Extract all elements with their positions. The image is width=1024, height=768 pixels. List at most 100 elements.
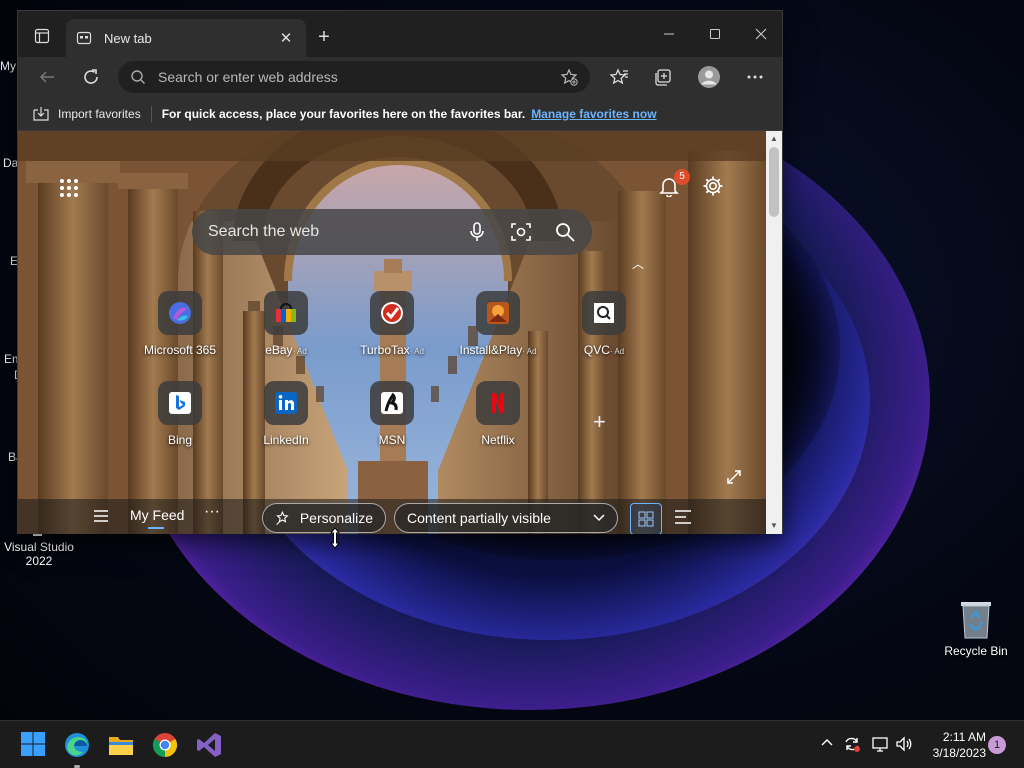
notification-count-badge: 5 <box>674 169 690 185</box>
quick-link-install-play[interactable]: Install&Play· Ad <box>448 291 548 357</box>
import-icon <box>33 106 49 121</box>
manage-favorites-link[interactable]: Manage favorites now <box>531 107 656 121</box>
page-settings-button[interactable] <box>702 175 726 199</box>
install-play-game-icon <box>476 291 520 335</box>
folder-icon <box>109 737 133 755</box>
tab-actions-icon <box>34 28 50 44</box>
quick-link-msn[interactable]: MSN <box>342 381 442 447</box>
taskbar-file-explorer[interactable] <box>107 731 135 759</box>
chrome-icon <box>152 733 178 757</box>
volume-icon[interactable] <box>895 735 913 753</box>
tab-strip: New tab ✕ + <box>18 11 782 57</box>
taskbar-visual-studio[interactable] <box>195 731 223 759</box>
taskbar-edge[interactable] <box>63 731 91 759</box>
address-input[interactable]: Search or enter web address <box>158 69 560 85</box>
profile-button[interactable] <box>694 62 724 92</box>
tab-close-icon[interactable]: ✕ <box>276 28 296 48</box>
show-hidden-icons-chevron-up-icon[interactable] <box>819 735 837 753</box>
chevron-down-icon <box>593 514 605 522</box>
feed-more-options[interactable]: ··· <box>204 503 220 521</box>
quick-link-microsoft-365[interactable]: Microsoft 365 <box>130 291 230 357</box>
ad-marker: · Ad <box>292 347 307 356</box>
tab-actions-button[interactable] <box>28 23 56 49</box>
desktop-icon-recycle-bin[interactable]: Recycle Bin <box>940 596 1012 658</box>
qvc-icon <box>582 291 626 335</box>
import-favorites-button[interactable]: Import favorites <box>32 106 141 122</box>
taskbar-chrome[interactable] <box>151 731 179 759</box>
ad-marker: · Ad <box>522 347 537 356</box>
quick-link-label: Netflix <box>481 433 515 447</box>
collapse-quick-links-chevron-icon[interactable]: ︿ <box>632 255 644 272</box>
web-search-box[interactable]: Search the web <box>192 209 592 255</box>
scrollbar-thumb[interactable] <box>769 147 779 217</box>
quick-link-netflix[interactable]: Netflix <box>448 381 548 447</box>
quick-link-label: LinkedIn <box>263 433 309 447</box>
add-quick-link-plus-icon[interactable]: + <box>593 409 606 435</box>
new-tab-button[interactable]: + <box>312 25 336 49</box>
page-scrollbar[interactable]: ▲ ▼ <box>766 131 782 534</box>
quick-link-qvc[interactable]: QVC· Ad <box>554 291 654 357</box>
quick-link-label: TurboTax <box>360 343 410 357</box>
feed-menu-hamburger-icon[interactable] <box>94 509 110 525</box>
web-search-input[interactable]: Search the web <box>208 223 444 241</box>
search-icon[interactable] <box>554 221 576 243</box>
refresh-icon <box>84 69 98 84</box>
visual-search-icon[interactable] <box>510 221 532 243</box>
tab-new-tab[interactable]: New tab ✕ <box>66 19 306 57</box>
netflix-icon <box>476 381 520 425</box>
quick-link-ebay[interactable]: eBay· Ad <box>236 291 336 357</box>
maximize-button[interactable] <box>692 19 738 49</box>
network-icon[interactable] <box>871 735 889 753</box>
scroll-down-arrow-icon[interactable]: ▼ <box>769 521 779 531</box>
start-button[interactable] <box>20 731 48 759</box>
notifications-button[interactable]: 5 <box>658 169 690 199</box>
content-visibility-value: Content partially visible <box>407 510 551 526</box>
system-clock[interactable]: 2:11 AM 3/18/2023 <box>922 729 986 761</box>
add-favorite-icon[interactable] <box>560 68 578 86</box>
quick-link-label: MSN <box>378 433 406 447</box>
windows-logo-icon <box>21 732 45 756</box>
favorites-star-icon <box>609 68 628 85</box>
microsoft-365-icon <box>158 291 202 335</box>
search-icon <box>131 70 145 84</box>
notification-center-badge[interactable]: 1 <box>988 736 1006 754</box>
app-launcher-button[interactable] <box>58 177 82 201</box>
quick-link-bing[interactable]: Bing <box>130 381 230 447</box>
favorites-bar: Import favorites For quick access, place… <box>18 97 782 131</box>
quick-link-turbotax[interactable]: TurboTax· Ad <box>342 291 442 357</box>
scroll-up-arrow-icon[interactable]: ▲ <box>769 134 779 144</box>
refresh-button[interactable] <box>76 62 106 92</box>
collections-button[interactable] <box>648 62 678 92</box>
address-bar[interactable]: Search or enter web address <box>118 61 590 93</box>
back-button[interactable] <box>32 62 62 92</box>
ebay-shopping-bag-icon <box>264 291 308 335</box>
quick-link-linkedin[interactable]: LinkedIn <box>236 381 336 447</box>
settings-and-more-button[interactable] <box>740 62 770 92</box>
profile-avatar-icon <box>698 66 720 88</box>
gear-icon <box>703 176 723 196</box>
new-tab-page-icon <box>76 31 92 45</box>
expand-background-icon[interactable] <box>726 469 744 487</box>
list-layout-button[interactable] <box>674 509 692 525</box>
browser-window: New tab ✕ + Search or enter web address <box>17 10 783 534</box>
close-window-button[interactable] <box>738 19 784 49</box>
navigation-toolbar: Search or enter web address <box>18 57 782 97</box>
content-visibility-dropdown[interactable]: Content partially visible <box>394 503 618 533</box>
sync-status-icon[interactable] <box>843 735 861 753</box>
new-tab-page: 5 Search the web ︿ Microsoft 365 eBay· A… <box>18 131 766 534</box>
grid-layout-icon <box>638 511 654 527</box>
personalize-star-pencil-icon <box>276 510 289 525</box>
minimize-button[interactable] <box>646 19 692 49</box>
desktop-icon-label: Recycle Bin <box>944 644 1008 658</box>
list-layout-icon <box>675 510 691 524</box>
recycle-bin-icon <box>956 596 996 640</box>
personalize-button[interactable]: Personalize <box>262 503 386 533</box>
vertical-resize-cursor-icon <box>329 527 341 549</box>
close-icon <box>755 28 767 40</box>
desktop-icon-label-fragment[interactable]: My <box>0 59 16 73</box>
favorites-button[interactable] <box>604 62 634 92</box>
turbotax-checkmark-icon <box>370 291 414 335</box>
microphone-icon[interactable] <box>466 221 488 243</box>
tab-my-feed[interactable]: My Feed <box>130 507 184 529</box>
grid-layout-button[interactable] <box>630 503 662 534</box>
